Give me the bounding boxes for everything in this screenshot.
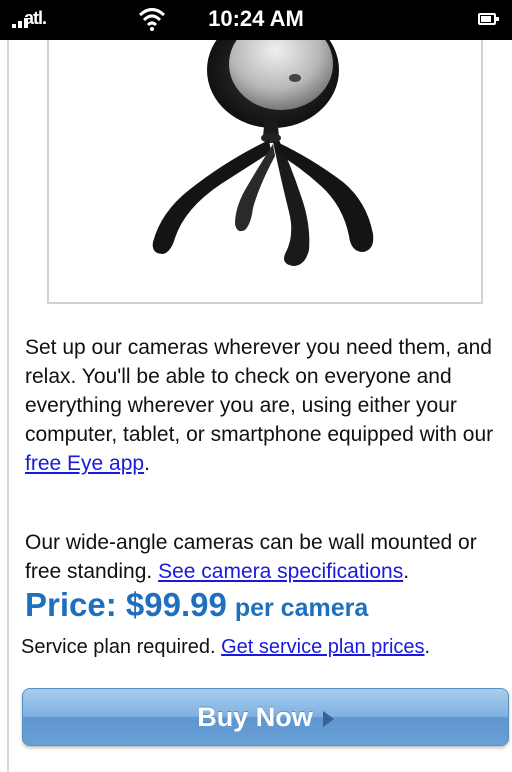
price-unit: per camera [234,594,369,622]
service-plan-row: Service plan required. Get service plan … [21,636,430,659]
paragraph-1-end: . [144,452,150,475]
buy-now-button[interactable]: Buy Now [22,688,509,746]
page-left-border [7,40,9,772]
battery-icon [478,13,499,25]
paragraph-2-end: . [403,560,410,583]
status-bar: atl. 10:24 AM [0,0,512,40]
webcam-image [152,40,374,266]
price-row: Price: $99.99 per camera [25,586,368,624]
description-paragraph-2: Our wide-angle cameras can be wall mount… [25,528,510,586]
service-plan-text: Service plan required. [21,636,222,658]
price-value: Price: $99.99 [25,586,227,623]
description-paragraph-1: Set up our cameras wherever you need the… [25,333,510,478]
free-eye-app-link[interactable]: free Eye app [25,452,144,475]
service-plan-end: . [424,636,431,658]
status-time: 10:24 AM [208,6,304,31]
camera-specifications-link[interactable]: See camera specifications [158,560,403,583]
paragraph-1-text: Set up our cameras wherever you need the… [25,336,494,446]
buy-now-label: Buy Now [197,701,313,732]
product-image [47,40,483,304]
play-arrow-icon [322,710,334,727]
service-plan-prices-link[interactable]: Get service plan prices [221,636,424,658]
